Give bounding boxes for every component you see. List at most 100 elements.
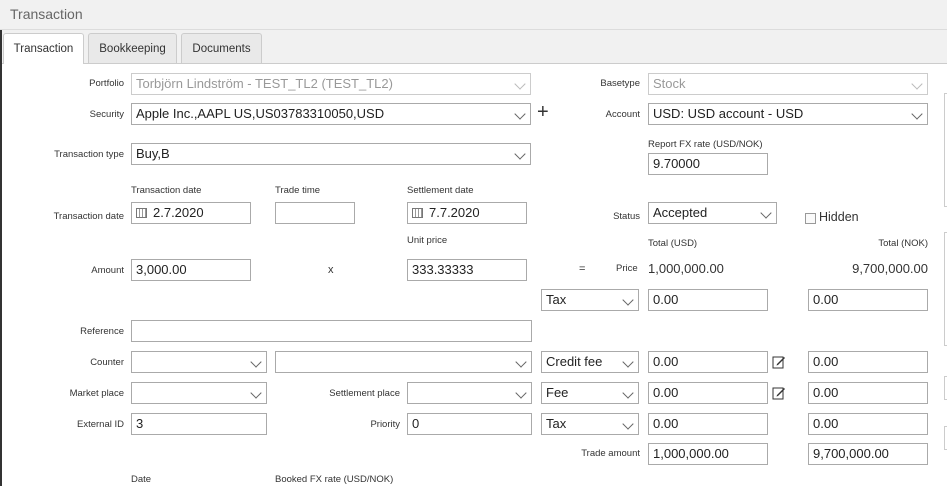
chevron-down-icon: [760, 207, 772, 219]
hidden-checkbox[interactable]: [805, 213, 816, 224]
priority-value: 0: [412, 416, 420, 431]
hidden-label: Hidden: [819, 210, 859, 224]
transaction-date-label: Transaction date: [53, 211, 124, 222]
fee-type-value: Credit fee: [546, 354, 603, 369]
fee-type-value: Tax: [546, 292, 567, 307]
report-fx-value: 9.70000: [653, 156, 700, 171]
booked-fx-sublabel: Booked FX rate (USD/NOK): [275, 474, 394, 485]
market-place-select[interactable]: [131, 382, 267, 404]
fee-type-select[interactable]: Tax: [541, 413, 639, 435]
trade-amount-usd: 1,000,000.00: [648, 443, 768, 465]
counter-select[interactable]: [131, 351, 267, 373]
fee-nok-value: 0.00: [813, 354, 839, 369]
reference-input[interactable]: [131, 320, 532, 342]
transaction-type-label: Transaction type: [54, 149, 124, 160]
security-value: Apple Inc.,AAPL US,US03783310050,USD: [136, 106, 385, 121]
security-label: Security: [89, 109, 124, 120]
account-label: Account: [605, 109, 640, 120]
settlement-date-value: 7.7.2020: [429, 205, 480, 220]
trade-amount-label: Trade amount: [581, 448, 640, 459]
fee-nok-input[interactable]: 0.00: [808, 351, 928, 373]
edit-icon[interactable]: [772, 386, 786, 400]
calendar-icon[interactable]: [412, 208, 423, 218]
amount-value: 3,000.00: [136, 262, 187, 277]
tab-bookkeeping[interactable]: Bookkeeping: [88, 33, 177, 63]
counter-detail-select[interactable]: [275, 351, 532, 373]
price-nok: 9,700,000.00: [852, 261, 928, 276]
portfolio-select[interactable]: Torbjörn Lindström - TEST_TL2 (TEST_TL2): [131, 73, 531, 95]
fee-nok-input[interactable]: 0.00: [808, 413, 928, 435]
external-id-label: External ID: [77, 419, 124, 430]
report-fx-label: Report FX rate (USD/NOK): [648, 139, 763, 150]
window-titlebar: Transaction: [0, 0, 947, 30]
transaction-type-select[interactable]: Buy,B: [131, 143, 531, 165]
external-id-input[interactable]: 3: [131, 413, 267, 435]
unit-price-value: 333.33333: [412, 262, 474, 277]
fee-type-select[interactable]: Tax: [541, 289, 639, 311]
settlement-date-input[interactable]: 7.7.2020: [407, 202, 527, 224]
transaction-date-sublabel: Transaction date: [131, 185, 202, 196]
unit-price-sublabel: Unit price: [407, 235, 448, 246]
chevron-down-icon: [911, 78, 923, 90]
chevron-down-icon: [514, 78, 526, 90]
trade-amount-nok-value: 9,700,000.00: [813, 446, 889, 461]
fee-nok-value: 0.00: [813, 416, 839, 431]
times-symbol: x: [328, 264, 334, 276]
portfolio-value: Torbjörn Lindström - TEST_TL2 (TEST_TL2): [136, 76, 393, 91]
status-select[interactable]: Accepted: [648, 202, 777, 224]
total-usd-label: Total (USD): [648, 238, 698, 249]
fee-nok-input[interactable]: 0.00: [808, 382, 928, 404]
chevron-down-icon: [622, 356, 634, 368]
settlement-place-select[interactable]: [407, 382, 532, 404]
status-label: Status: [613, 211, 640, 222]
tab-documents[interactable]: Documents: [181, 33, 262, 63]
price-label: Price: [616, 263, 638, 274]
fee-usd-input[interactable]: 0.00: [648, 289, 768, 311]
report-fx-input[interactable]: 9.70000: [648, 153, 768, 175]
window-title: Transaction: [10, 6, 83, 22]
fee-usd-value: 0.00: [653, 416, 679, 431]
fee-usd-input[interactable]: 0.00: [648, 382, 768, 404]
chevron-down-icon: [622, 387, 634, 399]
unit-price-input[interactable]: 333.33333: [407, 259, 527, 281]
status-value: Accepted: [653, 205, 708, 220]
trade-time-sublabel: Trade time: [275, 185, 321, 196]
counter-label: Counter: [90, 357, 124, 368]
tab-transaction[interactable]: Transaction: [3, 33, 84, 64]
calendar-icon[interactable]: [136, 208, 147, 218]
fee-type-select[interactable]: Fee: [541, 382, 639, 404]
fee-nok-input[interactable]: 0.00: [808, 289, 928, 311]
chevron-down-icon: [250, 356, 262, 368]
total-nok-label: Total (NOK): [878, 238, 928, 249]
priority-input[interactable]: 0: [407, 413, 532, 435]
transaction-date-input[interactable]: 2.7.2020: [131, 202, 251, 224]
account-value: USD: USD account - USD: [653, 106, 804, 121]
basetype-value: Stock: [653, 76, 686, 91]
transaction-type-value: Buy,B: [136, 146, 170, 161]
basetype-select[interactable]: Stock: [648, 73, 928, 95]
market-place-label: Market place: [69, 388, 124, 399]
fee-type-value: Fee: [546, 385, 569, 400]
amount-input[interactable]: 3,000.00: [131, 259, 251, 281]
chevron-down-icon: [515, 356, 527, 368]
trade-time-input[interactable]: [275, 202, 355, 224]
external-id-value: 3: [136, 416, 144, 431]
edit-icon[interactable]: [772, 355, 786, 369]
fee-usd-input[interactable]: 0.00: [648, 413, 768, 435]
amount-label: Amount: [91, 265, 124, 276]
basetype-label: Basetype: [600, 78, 640, 89]
account-select[interactable]: USD: USD account - USD: [648, 103, 928, 125]
fee-usd-input[interactable]: 0.00: [648, 351, 768, 373]
fee-type-select[interactable]: Credit fee: [541, 351, 639, 373]
chevron-down-icon: [515, 387, 527, 399]
reference-label: Reference: [80, 326, 124, 337]
add-security-icon[interactable]: +: [537, 101, 549, 124]
chevron-down-icon: [514, 148, 526, 160]
chevron-down-icon: [622, 294, 634, 306]
transaction-date-value: 2.7.2020: [153, 205, 204, 220]
fee-type-value: Tax: [546, 416, 567, 431]
fee-nok-value: 0.00: [813, 385, 839, 400]
chevron-down-icon: [514, 108, 526, 120]
security-select[interactable]: Apple Inc.,AAPL US,US03783310050,USD: [131, 103, 531, 125]
settlement-place-label: Settlement place: [329, 388, 400, 399]
